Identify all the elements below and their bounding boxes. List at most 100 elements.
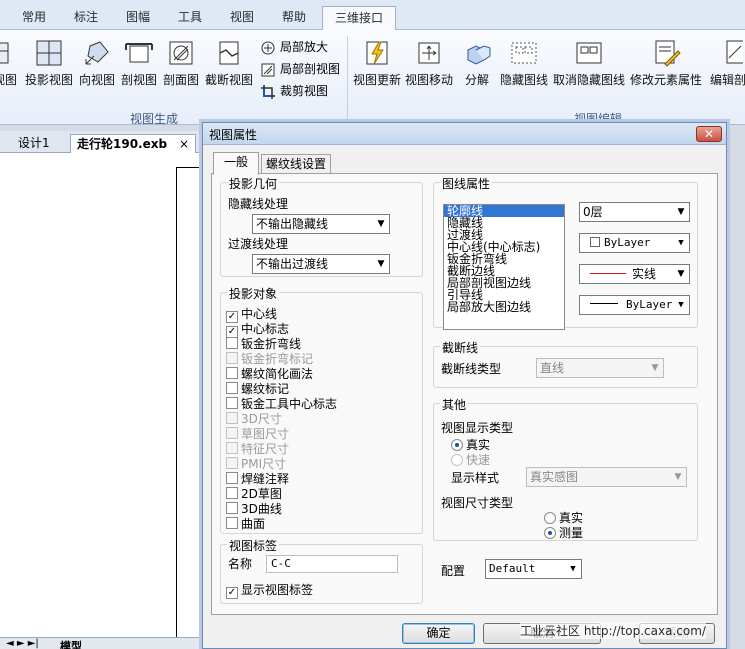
ribbon-label-unhide-lines: 取消隐藏图线 xyxy=(552,73,625,87)
line-properties-legend: 图线属性 xyxy=(440,175,493,192)
ribbon-button-unhide-lines[interactable]: 取消隐藏图线 xyxy=(552,38,626,100)
transition-line-dropdown[interactable]: 不输出过渡线 ▼ xyxy=(252,254,390,274)
group-projection-objects: 投影对象 ✓ 中心线 ✓ 中心标志 钣金折弯线 钣金折弯标记 螺纹简化画法 螺纹标记 钣金工具中… xyxy=(220,285,423,534)
projection-object-checkbox[interactable]: 特征尺寸 xyxy=(226,442,289,457)
menu-tab-frame[interactable]: 图幅 xyxy=(118,6,158,30)
dim-measure-radio[interactable]: 测量 xyxy=(544,527,583,540)
checkbox-empty-icon xyxy=(226,367,238,379)
display-style-value: 真实感图 xyxy=(530,470,579,484)
nav-arrows-icon[interactable]: ◄ ► ►| xyxy=(6,638,39,649)
projection-object-label: 草图尺寸 xyxy=(241,427,290,441)
ribbon-button-view-update[interactable]: 视图更新 xyxy=(352,38,402,100)
dim-type-label: 视图尺寸类型 xyxy=(441,496,514,510)
break-line-type-dropdown[interactable]: 直线 ▼ xyxy=(536,358,664,378)
ribbon-button-view-move[interactable]: 视图移动 xyxy=(404,38,454,100)
dialog-titlebar[interactable]: 视图属性 ✕ xyxy=(203,123,726,145)
ribbon-button-partial-section[interactable]: 局部剖视图 xyxy=(260,60,340,80)
checkbox-empty-icon xyxy=(226,382,238,394)
projection-object-checkbox[interactable]: 草图尺寸 xyxy=(226,427,289,442)
checkbox-empty-icon xyxy=(226,427,238,439)
projection-object-checkbox[interactable]: 钣金折弯线 xyxy=(226,337,301,352)
menu-tab-annotate[interactable]: 标注 xyxy=(66,6,106,30)
ribbon-button-cross-section[interactable]: 剖面图 xyxy=(162,38,200,100)
projection-object-checkbox[interactable]: 焊缝注释 xyxy=(226,472,289,487)
show-view-label-checkbox[interactable]: ✓ 显示视图标签 xyxy=(226,583,313,599)
drawing-canvas[interactable] xyxy=(0,153,216,647)
projection-object-checkbox[interactable]: 曲面 xyxy=(226,517,265,532)
explode-icon xyxy=(467,45,491,65)
checkbox-check-icon: ✓ xyxy=(226,587,238,599)
menu-tab-common[interactable]: 常用 xyxy=(14,6,54,30)
checkbox-empty-icon xyxy=(226,442,238,454)
dim-real-radio[interactable]: 真实 xyxy=(544,512,583,525)
view-label-name-input[interactable]: C-C xyxy=(266,555,398,573)
radio-unselected-icon xyxy=(451,454,463,466)
linetype-dropdown[interactable]: 实线 ▼ xyxy=(579,264,690,284)
tab-thread-line-settings[interactable]: 螺纹线设置 xyxy=(261,154,331,174)
projection-object-checkbox[interactable]: 钣金工具中心标志 xyxy=(226,397,337,412)
projection-object-checkbox[interactable]: 钣金折弯标记 xyxy=(226,352,313,367)
config-dropdown[interactable]: Default ▼ xyxy=(485,559,582,579)
ribbon-label-partial-section: 局部剖视图 xyxy=(280,62,341,76)
ribbon-button-modify-element-props[interactable]: 修改元素属性 xyxy=(628,38,704,100)
projection-object-checkbox[interactable]: 螺纹标记 xyxy=(226,382,289,397)
projection-object-checkbox[interactable]: PMI尺寸 xyxy=(226,457,286,472)
line-type-listbox[interactable]: 轮廓线 隐藏线 过渡线 中心线(中心标志) 钣金折弯线 截断边线 局部剖视图边线 引导线 局部放… xyxy=(443,204,565,330)
ribbon-button-direction-view[interactable]: 向视图 xyxy=(78,38,116,100)
doc-tab-design1[interactable]: 设计1 xyxy=(12,134,56,154)
partial-section-icon xyxy=(261,63,275,76)
ribbon-button-break-view[interactable]: 截断视图 xyxy=(204,38,254,100)
projection-object-checkbox[interactable]: 3D尺寸 xyxy=(226,412,282,427)
color-dropdown[interactable]: ByLayer ▼ xyxy=(579,233,690,253)
checkbox-empty-icon xyxy=(226,487,238,499)
group-projection-geometry: 投影几何 隐藏线处理 不输出隐藏线 ▼ 过渡线处理 不输出过渡线 ▼ xyxy=(220,175,423,277)
model-tab[interactable]: 模型 xyxy=(60,638,82,649)
projection-object-label: 2D草图 xyxy=(241,487,282,501)
layer-dropdown[interactable]: 0层 ▼ xyxy=(579,202,690,222)
ribbon-label-detail-view: 局部放大 xyxy=(280,40,329,54)
ribbon-button-edit-section[interactable]: 编辑剖 xyxy=(706,38,745,100)
cross-section-icon xyxy=(169,41,193,65)
projection-object-checkbox[interactable]: 螺纹简化画法 xyxy=(226,367,313,382)
display-real-radio[interactable]: 真实 xyxy=(451,439,490,452)
projection-object-checkbox[interactable]: ✓ 中心标志 xyxy=(226,322,289,338)
ribbon-button-projection-view[interactable]: 投影视图 xyxy=(24,38,74,100)
ribbon-button-section-view[interactable]: 剖视图 xyxy=(120,38,158,100)
transition-line-value: 不输出过渡线 xyxy=(256,257,329,271)
ribbon-group-separator xyxy=(347,36,348,121)
menu-tab-tools[interactable]: 工具 xyxy=(170,6,210,30)
menu-tab-3d-interface[interactable]: 三维接口 xyxy=(322,6,396,31)
doc-tab-active[interactable]: 走行轮190.exb × xyxy=(70,134,196,154)
projection-object-checkbox[interactable]: 2D草图 xyxy=(226,487,282,502)
display-fast-radio[interactable]: 快速 xyxy=(451,454,490,467)
ribbon-button-view[interactable]: 视图 xyxy=(0,38,22,100)
direction-view-icon xyxy=(85,41,109,65)
ok-button[interactable]: 确定 xyxy=(402,623,475,644)
projection-object-checkbox[interactable]: ✓ 中心线 xyxy=(226,307,277,323)
projection-object-label: 螺纹简化画法 xyxy=(241,367,314,381)
hidden-line-dropdown[interactable]: 不输出隐藏线 ▼ xyxy=(252,214,390,234)
lineweight-dropdown[interactable]: ByLayer ▼ xyxy=(579,295,690,315)
menu-tab-view[interactable]: 视图 xyxy=(222,6,262,30)
projection-view-icon xyxy=(36,40,62,66)
ribbon-button-hide-lines[interactable]: 隐藏图线 xyxy=(498,38,550,100)
line-type-list-item[interactable]: 局部放大图边线 xyxy=(444,301,564,313)
display-style-label: 显示样式 xyxy=(451,471,500,485)
dialog-close-button[interactable]: ✕ xyxy=(696,126,722,142)
ribbon-panel: 视图 投影视图 向视图 剖视图 剖面图 截断视图 局部放大 局部剖视图 裁剪视图… xyxy=(0,30,745,126)
display-style-dropdown[interactable]: 真实感图 ▼ xyxy=(526,467,687,487)
ribbon-label-explode: 分解 xyxy=(464,73,489,87)
tab-general[interactable]: 一般 xyxy=(213,152,259,175)
chevron-down-icon: ▼ xyxy=(674,472,682,482)
menu-tab-help[interactable]: 帮助 xyxy=(274,6,314,30)
radio-selected-icon xyxy=(544,527,556,539)
model-tab-bar: ◄ ► ►| 模型 xyxy=(0,637,210,649)
group-other: 其他 视图显示类型 真实 快速 显示样式 真实感图 ▼ 视图尺寸类型 真实 测量 xyxy=(433,396,698,541)
doc-tab-close-icon[interactable]: × xyxy=(179,135,189,153)
ribbon-label-hide-lines: 隐藏图线 xyxy=(499,73,548,87)
ribbon-button-crop-view[interactable]: 裁剪视图 xyxy=(260,82,328,102)
document-tab-bar: 设计1 走行轮190.exb × xyxy=(0,131,210,154)
ribbon-button-detail-view[interactable]: 局部放大 xyxy=(260,38,328,58)
ribbon-button-explode[interactable]: 分解 xyxy=(460,38,494,100)
projection-object-checkbox[interactable]: 3D曲线 xyxy=(226,502,282,517)
